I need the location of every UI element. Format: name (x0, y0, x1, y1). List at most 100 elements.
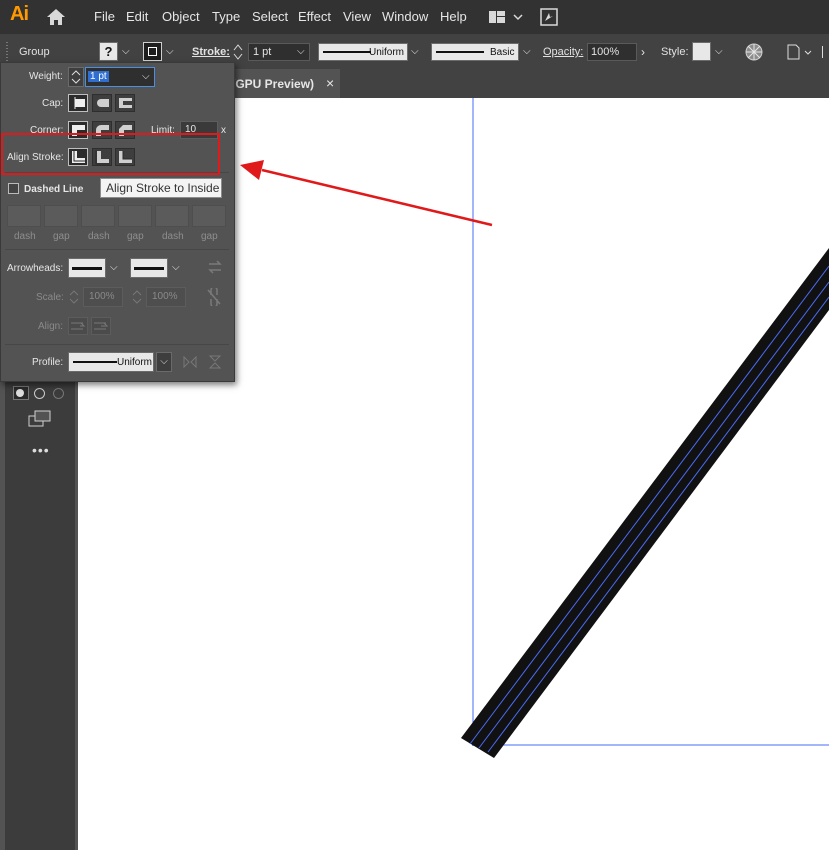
profile-dropdown[interactable]: Uniform (68, 352, 154, 372)
scale-label: Scale: (36, 292, 64, 303)
workspace-switcher-icon[interactable] (488, 9, 524, 28)
scale-end-value: 100% (152, 291, 178, 302)
brush-definition-value: Basic (490, 47, 515, 58)
limit-unit: x (221, 125, 226, 136)
path-guide-line (487, 296, 829, 753)
transform-icon[interactable] (822, 46, 829, 58)
separator (5, 344, 229, 345)
profile-label: Profile: (32, 357, 64, 368)
stroke-weight-input[interactable]: 1 pt (253, 46, 271, 58)
stroke-dropdown-chevron-icon[interactable]: ⌵ (166, 46, 174, 57)
scale-start-field: 100% (83, 287, 123, 307)
cap-label: Cap: (42, 98, 64, 109)
style-label: Style: (661, 46, 689, 58)
variable-width-chevron-icon[interactable]: ⌵ (411, 46, 419, 57)
opacity-label[interactable]: Opacity: (543, 46, 583, 58)
selection-type-label: Group (19, 46, 50, 58)
gap-field-1 (44, 205, 78, 227)
menu-select[interactable]: Select (252, 9, 288, 24)
menu-view[interactable]: View (343, 9, 371, 24)
screen-mode-icon[interactable] (28, 410, 52, 431)
flip-along-icon (182, 354, 198, 373)
dashed-line-label: Dashed Line (24, 184, 84, 195)
thick-stroke-line (461, 248, 829, 758)
weight-chevron-icon[interactable]: ⌵ (142, 71, 150, 82)
recolor-artwork-icon[interactable] (744, 42, 764, 65)
scale-end-stepper-icon (131, 287, 143, 310)
dashed-line-checkbox[interactable] (8, 183, 19, 194)
stroke-weight-chevron-icon[interactable]: ⌵ (297, 46, 305, 57)
gap-label: gap (53, 231, 70, 242)
menu-effect[interactable]: Effect (298, 9, 331, 24)
scale-start-stepper-icon (68, 287, 80, 310)
more-tools-icon[interactable]: ••• (32, 442, 50, 458)
menu-type[interactable]: Type (212, 9, 240, 24)
weight-input-value[interactable]: 1 pt (88, 71, 109, 82)
close-tab-icon[interactable]: × (326, 75, 334, 91)
menu-bar: Ai File Edit Object Type Select Effect V… (0, 0, 829, 34)
brush-chevron-icon[interactable]: ⌵ (523, 46, 531, 57)
opacity-arrow-icon[interactable]: › (641, 45, 645, 59)
menu-edit[interactable]: Edit (126, 9, 148, 24)
document-tab-title: /GPU Preview) (232, 77, 315, 91)
graphic-style-swatch[interactable] (692, 42, 711, 61)
swap-arrowheads-icon (207, 260, 223, 277)
tooltip: Align Stroke to Inside (100, 178, 222, 198)
projecting-cap-icon[interactable] (115, 94, 135, 112)
weight-label: Weight: (29, 71, 63, 82)
stroke-weight-stepper-icon[interactable] (233, 43, 243, 64)
document-tab[interactable]: /GPU Preview) × (232, 69, 340, 98)
link-scale-icon (206, 286, 222, 309)
gpu-performance-icon[interactable] (540, 8, 558, 29)
profile-chevron-icon[interactable]: ⌵ (156, 352, 172, 372)
home-icon[interactable] (46, 8, 66, 29)
arrowheads-label: Arrowheads: (7, 263, 64, 274)
variable-width-profile-dropdown[interactable]: Uniform (318, 43, 408, 61)
weight-stepper-icon[interactable] (68, 67, 84, 87)
place-arrow-tip-icon (91, 317, 111, 335)
end-arrowhead-chevron-icon[interactable]: ⌵ (172, 262, 180, 273)
style-chevron-icon[interactable]: ⌵ (715, 46, 723, 57)
end-arrowhead-dropdown[interactable] (130, 258, 168, 278)
align-label: Align: (38, 321, 64, 332)
brush-definition-dropdown[interactable]: Basic (431, 43, 519, 61)
grip-icon (6, 42, 8, 62)
profile-line-preview (323, 51, 371, 53)
draw-inside-icon[interactable] (51, 386, 67, 400)
dash-field-3 (155, 205, 189, 227)
dash-field-1 (7, 205, 41, 227)
stroke-panel-link[interactable]: Stroke: (192, 46, 230, 58)
opacity-input[interactable]: 100% (591, 46, 619, 58)
fill-swatch[interactable]: ? (99, 42, 118, 61)
align-stroke-highlight (1, 133, 220, 175)
start-arrowhead-chevron-icon[interactable]: ⌵ (110, 262, 118, 273)
document-setup-icon[interactable] (786, 43, 812, 64)
menu-object[interactable]: Object (162, 9, 200, 24)
round-cap-icon[interactable] (92, 94, 112, 112)
dash-label: dash (88, 231, 110, 242)
draw-behind-icon[interactable] (32, 386, 48, 400)
fill-dropdown-chevron-icon[interactable]: ⌵ (122, 46, 130, 57)
gap-label: gap (127, 231, 144, 242)
menu-window[interactable]: Window (382, 9, 428, 24)
dash-label: dash (162, 231, 184, 242)
menu-file[interactable]: File (94, 9, 115, 24)
stroke-swatch[interactable] (143, 42, 162, 61)
separator (5, 249, 229, 250)
stroke-panel: Weight: 1 pt ⌵ Cap: Corner: Limit: 10 x … (0, 62, 235, 382)
gap-field-2 (118, 205, 152, 227)
dash-field-2 (81, 205, 115, 227)
path-guide-line (469, 265, 829, 745)
draw-normal-icon[interactable] (13, 386, 29, 400)
profile-preview-line (73, 361, 117, 363)
flip-across-icon (207, 354, 223, 373)
gap-field-3 (192, 205, 226, 227)
butt-cap-icon[interactable] (68, 94, 88, 112)
weight-field[interactable]: 1 pt ⌵ (85, 67, 155, 87)
start-arrowhead-dropdown[interactable] (68, 258, 106, 278)
brush-line-preview (436, 51, 484, 53)
extend-arrow-tip-icon (68, 317, 88, 335)
path-guide-line (478, 281, 829, 749)
menu-help[interactable]: Help (440, 9, 467, 24)
variable-width-profile-value: Uniform (369, 47, 405, 58)
